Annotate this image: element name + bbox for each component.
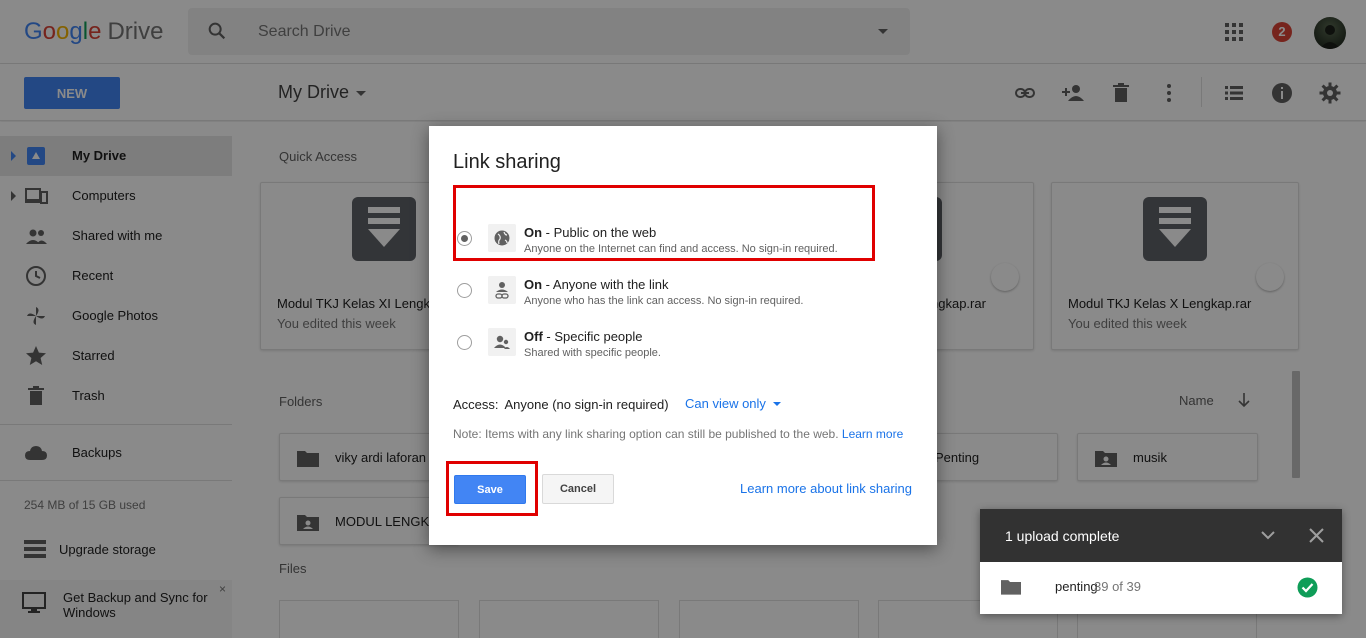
- cancel-button[interactable]: Cancel: [542, 474, 614, 504]
- link-person-icon: [488, 276, 516, 304]
- upload-panel: 1 upload complete penting 39 of 39: [980, 509, 1342, 614]
- radio-public-on-web[interactable]: [457, 231, 472, 246]
- link-sharing-dialog: Link sharing On - Public on the web Anyo…: [429, 126, 937, 545]
- learn-more-link-sharing[interactable]: Learn more about link sharing: [740, 481, 912, 496]
- access-level-dropdown[interactable]: Can view only: [685, 396, 766, 411]
- close-icon[interactable]: [1309, 528, 1324, 543]
- upload-item[interactable]: penting 39 of 39: [980, 562, 1342, 614]
- access-value: Anyone (no sign-in required): [504, 397, 669, 412]
- radio-anyone-with-link[interactable]: [457, 283, 472, 298]
- access-label: Access:: [453, 397, 499, 412]
- folder-icon: [1001, 580, 1021, 595]
- option-anyone-with-link[interactable]: On - Anyone with the link Anyone who has…: [453, 273, 913, 321]
- upload-file-count: 39 of 39: [1094, 579, 1141, 594]
- people-icon: [488, 328, 516, 356]
- option-title: On - Anyone with the link: [524, 277, 669, 292]
- access-row: Access: Anyone (no sign-in required): [453, 397, 669, 412]
- option-description: Anyone who has the link can access. No s…: [524, 295, 804, 307]
- option-title: On - Public on the web: [524, 225, 657, 240]
- collapse-chevron-icon[interactable]: [1260, 529, 1276, 541]
- upload-status-title: 1 upload complete: [1005, 528, 1120, 544]
- radio-specific-people[interactable]: [457, 335, 472, 350]
- upload-panel-header: 1 upload complete: [980, 509, 1342, 562]
- save-button[interactable]: Save: [454, 475, 526, 504]
- check-circle-icon: [1297, 577, 1318, 598]
- option-title: Off - Specific people: [524, 329, 643, 344]
- option-public-on-web[interactable]: On - Public on the web Anyone on the Int…: [453, 221, 913, 269]
- dialog-title: Link sharing: [453, 151, 561, 173]
- upload-file-name: penting: [1055, 579, 1098, 594]
- globe-icon: [488, 224, 516, 252]
- note-learn-more-link[interactable]: Learn more: [842, 427, 903, 441]
- note-text: Note: Items with any link sharing option…: [453, 427, 904, 441]
- option-description: Anyone on the Internet can find and acce…: [524, 243, 838, 255]
- option-specific-people[interactable]: Off - Specific people Shared with specif…: [453, 325, 913, 373]
- chevron-down-icon[interactable]: [773, 402, 781, 406]
- option-description: Shared with specific people.: [524, 347, 661, 359]
